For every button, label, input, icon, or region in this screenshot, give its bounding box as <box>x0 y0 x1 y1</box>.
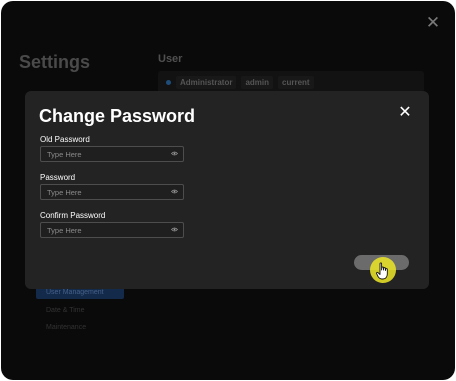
confirm-password-label: Confirm Password <box>40 211 106 220</box>
user-status: current <box>278 75 314 89</box>
sidebar-item-date-time[interactable]: Date & Time <box>36 304 124 317</box>
old-password-field <box>40 146 184 162</box>
eye-icon[interactable] <box>171 189 178 194</box>
user-section-heading: User <box>158 53 183 65</box>
user-row[interactable]: Administrator admin current <box>158 71 424 93</box>
settings-title: Settings <box>19 52 91 72</box>
radio-icon <box>166 79 171 85</box>
user-name: Administrator <box>176 75 237 89</box>
confirm-password-input[interactable] <box>41 223 169 237</box>
confirm-password-field <box>40 222 184 238</box>
settings-window: ✕ Settings User Administrator admin curr… <box>1 1 455 380</box>
change-password-dialog: Change Password ✕ Old Password Password … <box>25 91 429 289</box>
eye-icon[interactable] <box>171 151 178 156</box>
hand-pointer-icon <box>376 262 388 280</box>
sidebar-item-maintenance[interactable]: Maintenance <box>36 321 124 334</box>
window-close-icon[interactable]: ✕ <box>424 14 442 32</box>
close-icon[interactable]: ✕ <box>397 105 413 121</box>
password-input[interactable] <box>41 185 169 199</box>
old-password-input[interactable] <box>41 147 169 161</box>
eye-icon[interactable] <box>171 227 178 232</box>
dialog-title: Change Password <box>39 106 196 126</box>
old-password-label: Old Password <box>40 135 90 144</box>
user-role: admin <box>241 75 274 89</box>
password-label: Password <box>40 173 76 182</box>
password-field <box>40 184 184 200</box>
